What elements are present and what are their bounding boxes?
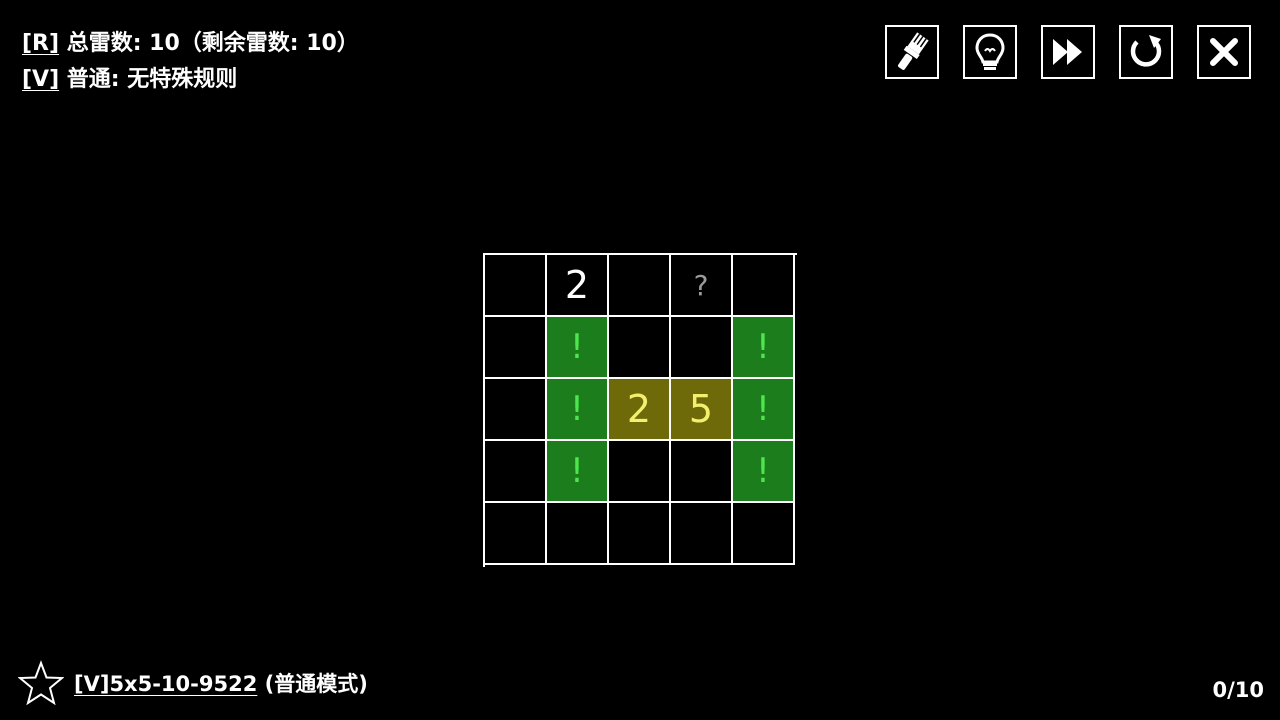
board-cell[interactable]: 2 (547, 255, 609, 317)
star-icon[interactable] (18, 660, 64, 706)
mode-label: (普通模式) (257, 672, 368, 696)
board-cell[interactable] (485, 255, 547, 317)
board-cell[interactable]: ? (671, 255, 733, 317)
progress-counter: 0/10 (1212, 678, 1264, 702)
brush-icon (898, 32, 929, 70)
board-cell[interactable] (671, 503, 733, 565)
level-code[interactable]: [V]5x5-10-9522 (74, 672, 257, 696)
rule-tag-r[interactable]: [R] (22, 31, 59, 56)
mine-count-text: 总雷数: 10（剩余雷数: 10） (59, 31, 359, 56)
skip-button[interactable] (1041, 25, 1095, 79)
board-cell[interactable] (485, 379, 547, 441)
cell-number: 2 (626, 387, 652, 431)
fast-forward-icon (1053, 39, 1082, 65)
flag-mark: ! (570, 389, 584, 429)
rule-tag-v[interactable]: [V] (22, 67, 59, 92)
board-cell[interactable] (609, 255, 671, 317)
brush-button[interactable] (885, 25, 939, 79)
board-cell[interactable] (485, 441, 547, 503)
restart-button[interactable] (1119, 25, 1173, 79)
rule-line: [V] 普通: 无特殊规则 (22, 62, 359, 98)
board-cell[interactable] (733, 503, 795, 565)
flag-mark: ! (570, 327, 584, 367)
board-cell[interactable] (671, 317, 733, 379)
board-cell[interactable] (609, 441, 671, 503)
close-icon (1210, 38, 1238, 66)
board-cell[interactable] (609, 317, 671, 379)
board-cell[interactable] (733, 255, 795, 317)
board-cell[interactable] (547, 503, 609, 565)
cell-number: 2 (564, 263, 590, 307)
rules-info: [R] 总雷数: 10（剩余雷数: 10） [V] 普通: 无特殊规则 (22, 26, 359, 98)
restart-icon (1130, 35, 1162, 67)
board-cell[interactable]: ! (733, 317, 795, 379)
toolbar (885, 25, 1251, 79)
mine-count-line: [R] 总雷数: 10（剩余雷数: 10） (22, 26, 359, 62)
close-button[interactable] (1197, 25, 1251, 79)
board-cell[interactable]: ! (733, 379, 795, 441)
board-cell[interactable] (485, 503, 547, 565)
board-cell[interactable]: 2 (609, 379, 671, 441)
flag-mark: ! (756, 451, 770, 491)
cell-number: 5 (688, 387, 714, 431)
lightbulb-icon (975, 33, 1005, 70)
flag-mark: ! (570, 451, 584, 491)
board-cell[interactable]: ! (547, 379, 609, 441)
minesweeper-board: 2?!!! 2 5!!! (483, 253, 797, 567)
board-cell[interactable]: ! (733, 441, 795, 503)
flag-mark: ! (756, 327, 770, 367)
board-cell[interactable]: ! (547, 441, 609, 503)
board-cell[interactable]: ! (547, 317, 609, 379)
board-cell[interactable] (485, 317, 547, 379)
rule-text: 普通: 无特殊规则 (59, 67, 238, 92)
flag-mark: ! (756, 389, 770, 429)
board-cell[interactable]: 5 (671, 379, 733, 441)
board-cell[interactable] (671, 441, 733, 503)
level-text: [V]5x5-10-9522 (普通模式) (74, 668, 368, 698)
hint-button[interactable] (963, 25, 1017, 79)
unknown-mark: ? (693, 268, 709, 302)
level-info: [V]5x5-10-9522 (普通模式) (18, 660, 368, 706)
board-cell[interactable] (609, 503, 671, 565)
